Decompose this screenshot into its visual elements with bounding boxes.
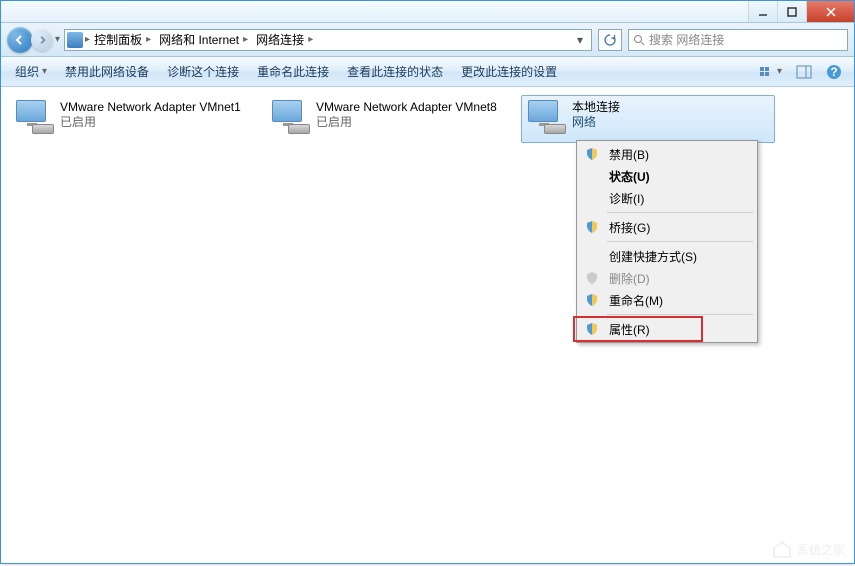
ctx-label: 禁用(B) bbox=[609, 146, 649, 163]
adapter-status: 已启用 bbox=[60, 115, 241, 130]
separator bbox=[607, 241, 753, 242]
rename-button[interactable]: 重命名此连接 bbox=[251, 59, 335, 84]
ctx-label: 桥接(G) bbox=[609, 219, 650, 236]
history-dropdown-icon[interactable]: ▾ bbox=[55, 34, 60, 45]
ctx-disable[interactable]: 禁用(B) bbox=[579, 143, 755, 165]
minimize-button[interactable] bbox=[748, 1, 777, 22]
network-adapter-icon bbox=[268, 98, 316, 138]
context-menu: 禁用(B) 状态(U) 诊断(I) 桥接(G) 创建快捷方式(S) 删除(D) … bbox=[576, 140, 758, 343]
address-bar[interactable]: ▸ 控制面板 ▸ 网络和 Internet ▸ 网络连接 ▸ ▾ bbox=[64, 29, 592, 51]
ctx-label: 属性(R) bbox=[609, 321, 650, 338]
network-adapter-item[interactable]: VMware Network Adapter VMnet8 已启用 bbox=[265, 95, 519, 143]
breadcrumb-label: 控制面板 bbox=[94, 31, 142, 48]
shield-icon bbox=[585, 220, 599, 234]
network-adapter-item[interactable]: VMware Network Adapter VMnet1 已启用 bbox=[9, 95, 263, 143]
help-button[interactable]: ? bbox=[822, 62, 846, 82]
preview-pane-button[interactable] bbox=[792, 63, 816, 81]
search-icon bbox=[633, 34, 645, 46]
diagnose-button[interactable]: 诊断这个连接 bbox=[161, 59, 245, 84]
ctx-label: 状态(U) bbox=[609, 168, 650, 185]
disable-device-button[interactable]: 禁用此网络设备 bbox=[59, 59, 155, 84]
chevron-down-icon: ▾ bbox=[42, 66, 47, 77]
separator bbox=[607, 314, 753, 315]
ctx-properties[interactable]: 属性(R) bbox=[579, 318, 755, 340]
ctx-bridge[interactable]: 桥接(G) bbox=[579, 216, 755, 238]
adapter-name: 本地连接 bbox=[572, 100, 620, 115]
ctx-rename[interactable]: 重命名(M) bbox=[579, 289, 755, 311]
chevron-down-icon: ▾ bbox=[777, 66, 782, 77]
network-adapter-icon bbox=[12, 98, 60, 138]
search-input[interactable]: 搜索 网络连接 bbox=[628, 29, 848, 51]
view-options-button[interactable]: ▾ bbox=[755, 63, 786, 81]
breadcrumb-label: 网络和 Internet bbox=[159, 31, 239, 48]
shield-icon bbox=[585, 147, 599, 161]
toolbar-label: 组织 bbox=[15, 63, 39, 80]
ctx-diagnose[interactable]: 诊断(I) bbox=[579, 187, 755, 209]
breadcrumb-network-connections[interactable]: 网络连接 ▸ bbox=[252, 30, 317, 50]
title-bar bbox=[1, 1, 854, 23]
watermark: 系统之家 bbox=[771, 538, 845, 560]
ctx-delete: 删除(D) bbox=[579, 267, 755, 289]
view-status-button[interactable]: 查看此连接的状态 bbox=[341, 59, 449, 84]
maximize-button[interactable] bbox=[777, 1, 806, 22]
svg-text:?: ? bbox=[830, 65, 837, 79]
nav-buttons: ▾ bbox=[7, 27, 60, 53]
shield-icon bbox=[585, 322, 599, 336]
ctx-label: 诊断(I) bbox=[609, 190, 644, 207]
location-icon bbox=[67, 32, 83, 48]
separator bbox=[607, 212, 753, 213]
shield-icon bbox=[585, 293, 599, 307]
explorer-window: ▾ ▸ 控制面板▸ 网络和 Internet▸ 网络连接▸ ▾ 搜索 网络连接 … bbox=[0, 0, 855, 564]
chevron-icon: ▸ bbox=[308, 34, 313, 45]
address-dropdown-icon[interactable]: ▾ bbox=[571, 33, 589, 47]
adapter-status: 网络 bbox=[572, 115, 620, 130]
ctx-shortcut[interactable]: 创建快捷方式(S) bbox=[579, 245, 755, 267]
ctx-label: 删除(D) bbox=[609, 270, 650, 287]
shield-icon bbox=[585, 271, 599, 285]
nav-bar: ▾ ▸ 控制面板 ▸ 网络和 Internet ▸ 网络连接 ▸ ▾ 搜索 网络连接 bbox=[1, 23, 854, 57]
adapter-status: 已启用 bbox=[316, 115, 497, 130]
watermark-text: 系统之家 bbox=[797, 541, 845, 558]
ctx-status[interactable]: 状态(U) bbox=[579, 165, 755, 187]
organize-button[interactable]: 组织 ▾ bbox=[9, 59, 53, 84]
close-button[interactable] bbox=[806, 1, 854, 22]
adapter-name: VMware Network Adapter VMnet1 bbox=[60, 100, 241, 115]
search-placeholder: 搜索 网络连接 bbox=[649, 31, 724, 48]
ctx-label: 重命名(M) bbox=[609, 292, 663, 309]
network-adapter-item-selected[interactable]: 本地连接 网络 bbox=[521, 95, 775, 143]
change-settings-button[interactable]: 更改此连接的设置 bbox=[455, 59, 563, 84]
chevron-icon: ▸ bbox=[243, 34, 248, 45]
breadcrumb-label: 网络连接 bbox=[256, 31, 304, 48]
command-bar: 组织 ▾ 禁用此网络设备 诊断这个连接 重命名此连接 查看此连接的状态 更改此连… bbox=[1, 57, 854, 87]
breadcrumb-control-panel[interactable]: 控制面板 ▸ bbox=[90, 30, 155, 50]
adapter-name: VMware Network Adapter VMnet8 bbox=[316, 100, 497, 115]
ctx-label: 创建快捷方式(S) bbox=[609, 248, 697, 265]
network-adapter-icon bbox=[524, 98, 572, 138]
chevron-icon: ▸ bbox=[146, 34, 151, 45]
forward-button[interactable] bbox=[31, 29, 53, 51]
refresh-button[interactable] bbox=[598, 29, 622, 51]
breadcrumb-network-internet[interactable]: 网络和 Internet ▸ bbox=[155, 30, 252, 50]
back-button[interactable] bbox=[7, 27, 33, 53]
